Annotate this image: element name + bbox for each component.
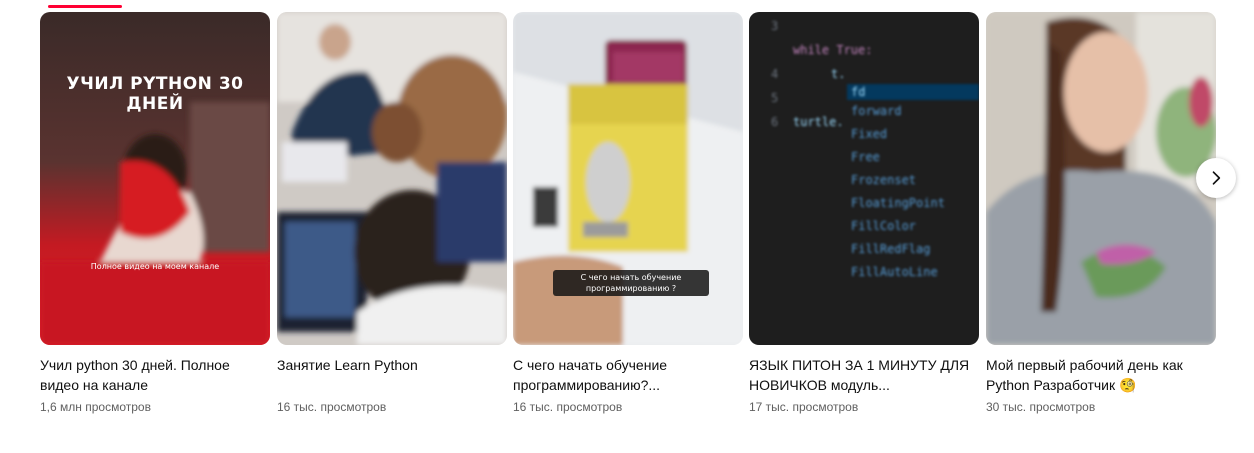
- short-title[interactable]: С чего начать обучение программированию?…: [513, 355, 743, 395]
- line-number: 5: [771, 91, 779, 105]
- autocomplete-item: FillAutoLine: [851, 265, 938, 279]
- short-thumbnail[interactable]: [277, 12, 507, 345]
- autocomplete-item: forward: [851, 104, 902, 118]
- chevron-right-icon: [1212, 171, 1221, 185]
- code-editor-preview: 3 4 5 6 while True: t. turtle. fd forwar…: [749, 12, 979, 345]
- thumbnail-overlay-title: УЧИЛ PYTHON 30 ДНЕЙ: [66, 74, 244, 114]
- thumbnail-image: [40, 12, 270, 345]
- code-turtle: turtle.: [793, 115, 844, 129]
- short-views: 16 тыс. просмотров: [513, 400, 623, 414]
- thumbnail-overlay-caption: С чего начать обучение программированию …: [580, 273, 682, 293]
- line-number: 3: [771, 19, 779, 33]
- next-button[interactable]: [1196, 158, 1236, 198]
- thumbnail-overlay-caption: Полное видео на моем канале: [90, 262, 220, 271]
- autocomplete-item: Fixed: [851, 127, 888, 141]
- short-title[interactable]: ЯЗЫК ПИТОН ЗА 1 МИНУТУ ДЛЯ НОВИЧКОВ моду…: [749, 355, 979, 395]
- line-number: 6: [771, 115, 779, 129]
- shorts-shelf: УЧИЛ PYTHON 30 ДНЕЙ Полное видео на моем…: [0, 0, 1254, 453]
- short-title[interactable]: Мой первый рабочий день как Python Разра…: [986, 355, 1216, 395]
- short-card-5[interactable]: Мой первый рабочий день как Python Разра…: [986, 12, 1216, 415]
- autocomplete-item: FillRedFlag: [851, 242, 931, 256]
- short-title[interactable]: Учил python 30 дней. Полное видео на кан…: [40, 355, 270, 395]
- short-card-1[interactable]: УЧИЛ PYTHON 30 ДНЕЙ Полное видео на моем…: [40, 12, 270, 415]
- autocomplete-item: fd: [847, 84, 979, 100]
- short-views: 30 тыс. просмотров: [986, 400, 1096, 414]
- short-card-2[interactable]: Занятие Learn Python 16 тыс. просмотров: [277, 12, 507, 415]
- code-typing: t.: [831, 67, 846, 81]
- short-views: 16 тыс. просмотров: [277, 400, 387, 414]
- autocomplete-item: Free: [851, 150, 880, 164]
- short-thumbnail[interactable]: УЧИЛ PYTHON 30 ДНЕЙ Полное видео на моем…: [40, 12, 270, 345]
- code-while: while True:: [793, 43, 873, 57]
- short-views: 17 тыс. просмотров: [749, 400, 859, 414]
- line-number: 4: [771, 67, 779, 81]
- short-thumbnail[interactable]: [986, 12, 1216, 345]
- short-thumbnail[interactable]: С чего начать обучение программированию …: [513, 12, 743, 345]
- short-card-3[interactable]: С чего начать обучение программированию …: [513, 12, 743, 415]
- autocomplete-item: FloatingPoint: [851, 196, 945, 210]
- accent-line: [48, 5, 122, 8]
- short-title[interactable]: Занятие Learn Python: [277, 355, 507, 395]
- short-card-4[interactable]: 3 4 5 6 while True: t. turtle. fd forwar…: [749, 12, 979, 415]
- autocomplete-list: fd forward Fixed Free Frozenset Floating…: [847, 84, 979, 284]
- short-thumbnail[interactable]: 3 4 5 6 while True: t. turtle. fd forwar…: [749, 12, 979, 345]
- thumbnail-image: [277, 12, 507, 345]
- thumbnail-caption-box: С чего начать обучение программированию …: [553, 270, 709, 296]
- autocomplete-item: FillColor: [851, 219, 917, 233]
- short-views: 1,6 млн просмотров: [40, 400, 151, 414]
- thumbnail-image: [986, 12, 1216, 345]
- autocomplete-item: Frozenset: [851, 173, 917, 187]
